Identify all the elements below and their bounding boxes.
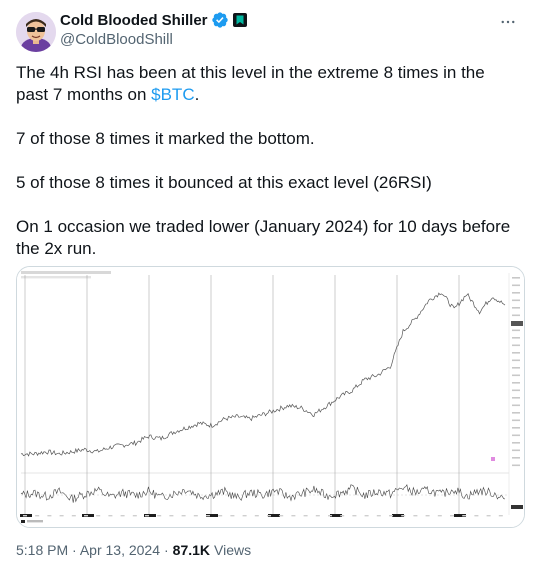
price-scale-tick <box>512 284 520 287</box>
price-scale-tick <box>512 464 520 467</box>
time-axis-tick <box>157 515 162 517</box>
price-scale-tick <box>512 457 520 459</box>
tweet-time: 5:18 PM <box>16 542 69 558</box>
price-scale-tick <box>512 389 520 392</box>
highlight-marker <box>491 457 495 461</box>
time-axis-tick <box>193 515 198 517</box>
time-axis-tick <box>59 515 64 517</box>
time-axis-tick <box>498 515 503 517</box>
price-scale-tick <box>512 404 520 407</box>
price-scale-tick <box>512 427 520 429</box>
tweet-paragraph-1: The 4h RSI has been at this level in the… <box>16 62 520 106</box>
time-axis-tick <box>218 515 223 517</box>
price-scale-tick <box>512 352 520 354</box>
time-axis-tick <box>425 515 430 517</box>
tweet-text-segment: . <box>194 85 200 104</box>
time-axis-tick <box>413 515 418 517</box>
author-block: Cold Blooded Shiller @ColdBloodShill <box>60 10 248 48</box>
time-axis-tick <box>181 515 186 517</box>
price-scale-tick <box>512 374 520 377</box>
tweet-paragraph-4: On 1 occasion we traded lower (January 2… <box>16 217 511 258</box>
time-axis-tick <box>96 515 101 517</box>
views-count: 87.1K <box>172 542 211 558</box>
price-scale-tick <box>512 434 520 437</box>
time-axis-tick <box>352 515 357 517</box>
verified-badge-icon[interactable] <box>211 11 229 29</box>
views-label: Views <box>214 542 252 558</box>
time-axis-tick <box>242 515 247 517</box>
time-axis-tick <box>23 515 27 517</box>
current-rsi-label <box>511 505 523 509</box>
tweet-time-link[interactable]: 5:18 PM · Apr 13, 2024 <box>16 542 160 558</box>
time-axis-tick <box>84 515 88 517</box>
chart-image[interactable] <box>16 266 525 528</box>
price-scale-tick <box>512 419 520 422</box>
author-display-name[interactable]: Cold Blooded Shiller <box>60 12 208 29</box>
time-axis-tick <box>474 515 479 517</box>
time-axis-tick <box>71 515 76 517</box>
price-scale-tick <box>512 412 520 414</box>
price-scale-tick <box>512 292 520 294</box>
time-axis-tick <box>279 515 284 517</box>
time-axis-tick <box>328 515 332 517</box>
price-scale-tick <box>512 337 520 339</box>
author-name-row: Cold Blooded Shiller <box>60 10 248 30</box>
time-axis-tick <box>132 515 137 517</box>
meta-separator: · <box>164 542 169 558</box>
time-axis-tick <box>437 515 442 517</box>
time-axis-tick <box>389 515 393 517</box>
time-axis-tick <box>340 515 345 517</box>
price-scale-tick <box>512 314 520 317</box>
price-scale-tick <box>512 397 520 399</box>
price-scale-tick <box>512 277 520 279</box>
tweet-paragraph-3: 5 of those 8 times it bounced at this ex… <box>16 173 432 192</box>
price-scale-tick <box>512 344 520 347</box>
time-axis-tick <box>303 515 308 517</box>
price-scale-tick <box>512 382 520 384</box>
cashtag-link[interactable]: $BTC <box>151 85 194 104</box>
avatar-image <box>16 12 56 52</box>
time-axis-tick <box>120 515 125 517</box>
chart-svg <box>17 267 524 527</box>
time-axis-tick <box>230 515 235 517</box>
price-scale-tick <box>512 367 520 369</box>
tweet-text-segment: The 4h RSI has been at this level in the… <box>16 63 485 104</box>
time-axis-tick <box>364 515 369 517</box>
time-axis-tick <box>169 515 174 517</box>
time-axis-tick <box>401 515 406 517</box>
price-scale-tick <box>512 442 520 444</box>
price-scale-tick <box>512 299 520 302</box>
price-scale-tick <box>512 449 520 452</box>
time-axis-tick <box>267 515 271 517</box>
affiliate-badge-icon[interactable] <box>232 12 248 28</box>
author-handle[interactable]: @ColdBloodShill <box>60 31 248 48</box>
time-axis-tick <box>254 515 259 517</box>
time-axis-tick <box>450 515 454 517</box>
time-axis-tick <box>315 515 320 517</box>
price-scale-tick <box>512 359 520 362</box>
time-axis-tick <box>291 515 296 517</box>
time-axis-tick <box>35 515 40 517</box>
tweet-meta: 5:18 PM · Apr 13, 2024 · 87.1K Views <box>16 542 251 558</box>
time-axis-tick <box>206 515 210 517</box>
price-scale-tick <box>512 307 520 309</box>
price-scale-tick <box>512 329 520 332</box>
tweet-date: Apr 13, 2024 <box>79 542 160 558</box>
more-options-button[interactable] <box>496 10 520 34</box>
tweet-text: The 4h RSI has been at this level in the… <box>16 62 520 260</box>
avatar[interactable] <box>16 12 56 52</box>
current-price-label <box>511 321 523 326</box>
time-axis-tick <box>486 515 491 517</box>
time-axis-tick <box>47 515 52 517</box>
time-axis-tick <box>108 515 113 517</box>
time-axis-tick <box>376 515 381 517</box>
more-options-icon <box>501 20 515 24</box>
meta-separator: · <box>72 542 77 558</box>
time-axis-tick <box>462 515 467 517</box>
time-axis-tick <box>145 515 149 517</box>
tweet-paragraph-2: 7 of those 8 times it marked the bottom. <box>16 129 315 148</box>
